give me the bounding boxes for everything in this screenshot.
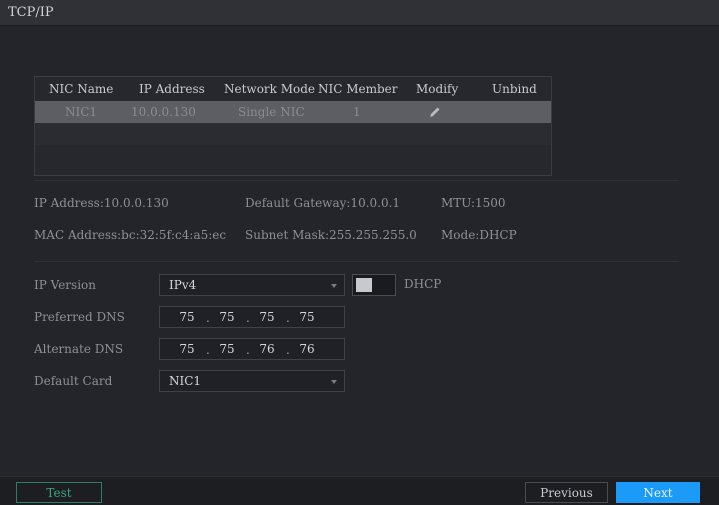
octet-separator: . (286, 343, 290, 357)
tcpip-panel: NIC Name IP Address Network Mode NIC Mem… (0, 26, 719, 476)
info-ip-address: IP Address:10.0.0.130 (34, 196, 169, 210)
divider (34, 261, 679, 262)
ip-version-value: IPv4 (169, 278, 197, 292)
default-card-select[interactable]: NIC1 (159, 370, 345, 392)
footer-bar: Test Previous Next (0, 476, 719, 505)
dns-octet[interactable]: 76 (252, 342, 282, 356)
default-card-value: NIC1 (169, 374, 202, 388)
ip-version-select[interactable]: IPv4 (159, 274, 345, 296)
toggle-knob (356, 278, 372, 292)
next-button[interactable]: Next (616, 482, 700, 503)
modify-button[interactable] (429, 101, 441, 123)
info-mac-address: MAC Address:bc:32:5f:c4:a5:ec (34, 228, 227, 242)
chevron-down-icon (331, 284, 337, 288)
nic-table-header: NIC Name IP Address Network Mode NIC Mem… (35, 77, 551, 101)
alternate-dns-input[interactable]: 75 . 75 . 76 . 76 (159, 338, 345, 360)
divider (34, 180, 679, 181)
preferred-dns-label: Preferred DNS (34, 310, 125, 324)
nic-table: NIC Name IP Address Network Mode NIC Mem… (34, 76, 552, 176)
test-button[interactable]: Test (16, 482, 102, 503)
octet-separator: . (206, 343, 210, 357)
info-default-gateway: Default Gateway:10.0.0.1 (245, 196, 401, 210)
header-ip-address: IP Address (139, 82, 205, 96)
info-mtu: MTU:1500 (441, 196, 506, 210)
dns-octet[interactable]: 75 (212, 310, 242, 324)
row-nic-name: NIC1 (65, 105, 98, 119)
dhcp-label: DHCP (404, 277, 442, 291)
dns-octet[interactable]: 75 (292, 310, 322, 324)
ip-version-label: IP Version (34, 278, 96, 292)
row-ip-address: 10.0.0.130 (131, 105, 196, 119)
table-row[interactable]: NIC1 10.0.0.130 Single NIC 1 (35, 101, 551, 123)
previous-button[interactable]: Previous (525, 482, 608, 503)
dns-octet[interactable]: 75 (172, 310, 202, 324)
octet-separator: . (246, 343, 250, 357)
default-card-label: Default Card (34, 374, 113, 388)
header-unbind: Unbind (492, 82, 537, 96)
dhcp-toggle[interactable] (352, 274, 396, 296)
header-nic-name: NIC Name (49, 82, 114, 96)
page-title: TCP/IP (8, 5, 54, 20)
octet-separator: . (206, 311, 210, 325)
pencil-icon (430, 107, 440, 117)
dns-octet[interactable]: 75 (212, 342, 242, 356)
preferred-dns-input[interactable]: 75 . 75 . 75 . 75 (159, 306, 345, 328)
row-nic-member: 1 (353, 105, 361, 119)
title-bar: TCP/IP (0, 0, 719, 26)
row-network-mode: Single NIC (238, 105, 305, 119)
dns-octet[interactable]: 75 (252, 310, 282, 324)
header-network-mode: Network Mode (224, 82, 316, 96)
header-nic-member: NIC Member (318, 82, 398, 96)
dns-octet[interactable]: 75 (172, 342, 202, 356)
octet-separator: . (286, 311, 290, 325)
alternate-dns-label: Alternate DNS (34, 342, 124, 356)
info-subnet-mask: Subnet Mask:255.255.255.0 (245, 228, 417, 242)
table-row-empty (35, 123, 551, 145)
octet-separator: . (246, 311, 250, 325)
info-mode: Mode:DHCP (441, 228, 517, 242)
table-row-empty (35, 145, 551, 167)
chevron-down-icon (331, 380, 337, 384)
dns-octet[interactable]: 76 (292, 342, 322, 356)
header-modify: Modify (416, 82, 459, 96)
